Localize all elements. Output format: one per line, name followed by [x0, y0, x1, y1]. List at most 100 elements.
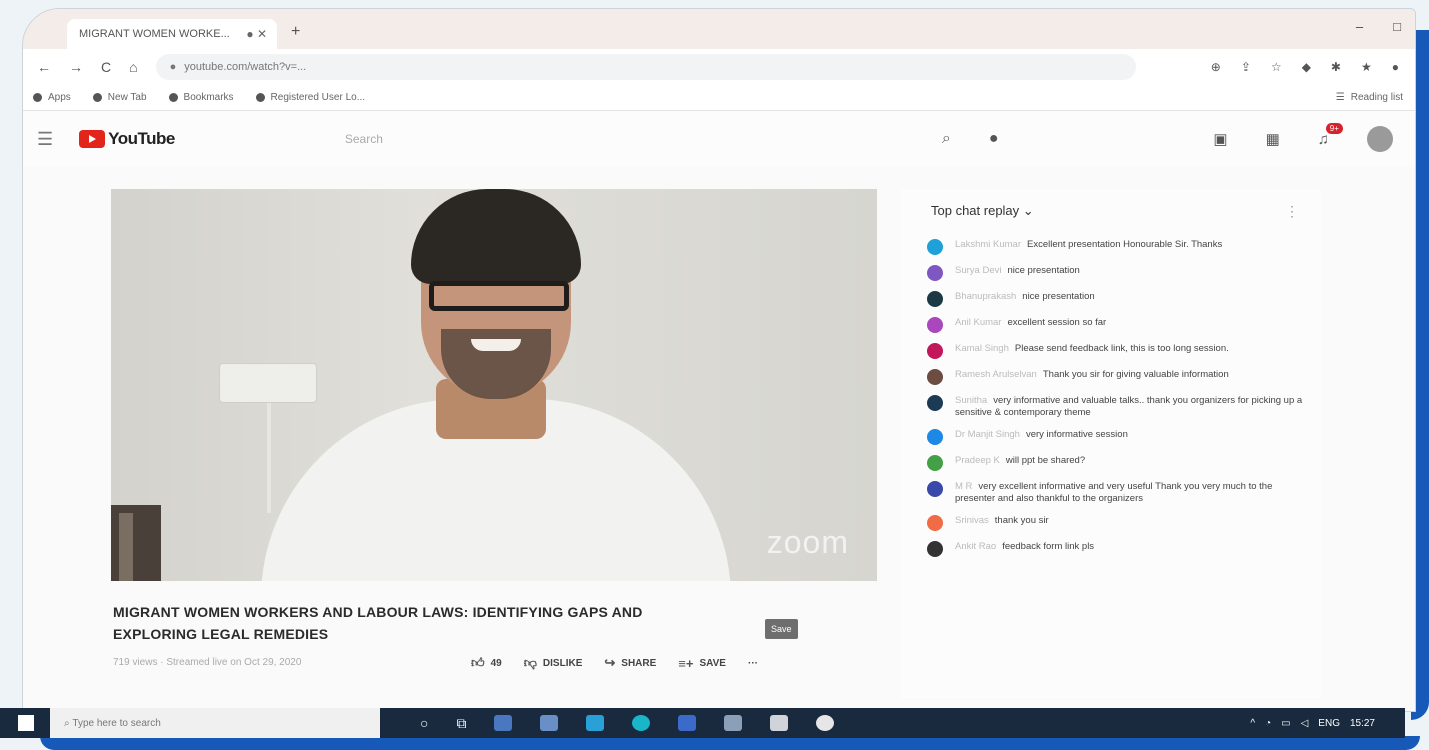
chat-header[interactable]: Top chat replay ⌄ — [931, 203, 1034, 219]
chat-text: nice presentation — [1022, 291, 1095, 302]
chat-author[interactable]: M R — [955, 481, 972, 492]
battery-icon[interactable]: ▭ — [1281, 718, 1290, 729]
back-icon[interactable]: ← — [37, 59, 51, 75]
more-actions-button[interactable]: ··· — [748, 658, 758, 669]
network-icon[interactable]: ◔ — [1265, 718, 1271, 729]
thumbs-down-icon: 👎︎ — [523, 655, 537, 670]
puzzle-icon[interactable]: ✱ — [1331, 60, 1341, 74]
chat-avatar[interactable] — [927, 481, 943, 497]
chat-avatar[interactable] — [927, 239, 943, 255]
edge-icon[interactable] — [586, 715, 605, 731]
chat-text: excellent session so far — [1007, 317, 1107, 328]
tray-chevron-icon[interactable]: ^ — [1250, 718, 1255, 729]
chat-avatar[interactable] — [927, 291, 943, 307]
globe-icon — [255, 93, 265, 102]
chat-message: Surya Devi nice presentation — [927, 265, 1307, 281]
chat-author[interactable]: Srinivas — [955, 515, 989, 526]
bookmark-new-tab[interactable]: New Tab — [92, 92, 147, 103]
create-video-icon[interactable]: ▣ — [1213, 130, 1227, 148]
browser-window: MIGRANT WOMEN WORKE... ● ✕ + ‒ □ ← → C ⌂… — [22, 8, 1416, 712]
star-icon[interactable]: ☆ — [1271, 60, 1282, 74]
mic-icon[interactable]: ● — [989, 130, 999, 148]
chrome-icon[interactable] — [632, 715, 651, 731]
browser-tab[interactable]: MIGRANT WOMEN WORKE... ● ✕ — [67, 19, 277, 49]
chat-author[interactable]: Pradeep K — [955, 455, 1000, 466]
address-bar[interactable]: ● youtube.com/watch?v=... — [155, 54, 1136, 80]
store-icon[interactable] — [540, 715, 559, 731]
zoom-icon[interactable]: ⊕ — [1211, 60, 1221, 74]
chat-message-body: M Rvery excellent informative and very u… — [955, 481, 1307, 505]
search-input[interactable]: Search — [345, 124, 920, 154]
bookmark-label: Registered User Lo... — [270, 92, 366, 103]
chat-more-icon[interactable]: ⋮ — [1285, 203, 1299, 220]
bookmarks-bar: Apps New Tab Bookmarks Registered User L… — [23, 85, 1415, 111]
chat-avatar[interactable] — [927, 369, 943, 385]
chat-author[interactable]: Surya Devi — [955, 265, 1001, 276]
chat-message: Lakshmi Kumar Excellent presentation Hono… — [927, 239, 1307, 255]
chat-author[interactable]: Bhanuprakash — [955, 291, 1016, 302]
chat-avatar[interactable] — [927, 429, 943, 445]
search-icon[interactable]: ⌕ — [942, 130, 951, 148]
minimize-button[interactable]: ‒ — [1356, 19, 1363, 34]
dislike-button[interactable]: 👎︎ DISLIKE — [524, 655, 583, 671]
reload-icon[interactable]: C — [101, 59, 111, 75]
wall-conduit — [267, 403, 271, 513]
chat-author[interactable]: Lakshmi Kumar — [955, 239, 1021, 250]
chat-message-body: Bhanuprakash nice presentation — [955, 291, 1095, 307]
like-button[interactable]: 👍︎ 49 — [471, 655, 502, 671]
share-page-icon[interactable]: ⇪ — [1241, 60, 1251, 74]
apps-grid-icon[interactable]: ▦ — [1266, 130, 1280, 148]
bookmark-bookmarks[interactable]: Bookmarks — [168, 92, 234, 103]
home-icon[interactable]: ⌂ — [129, 59, 137, 75]
search-icon: ⌕ — [64, 717, 73, 729]
extension-icon[interactable]: ◆ — [1302, 60, 1311, 74]
chat-message: Sunitha very informative and valuable tal… — [927, 395, 1307, 419]
new-tab-button[interactable]: + — [291, 23, 300, 41]
youtube-logo[interactable]: YouTube — [79, 129, 175, 149]
save-button[interactable]: ≡+ SAVE — [678, 656, 726, 671]
document-icon[interactable] — [770, 715, 789, 731]
chat-avatar[interactable] — [927, 515, 943, 531]
chat-message: Anil Kumar excellent session so far — [927, 317, 1307, 333]
maximize-button[interactable]: □ — [1393, 19, 1401, 34]
chat-avatar[interactable] — [927, 395, 943, 411]
taskbar-search[interactable]: ⌕ Type here to search — [50, 708, 380, 738]
chat-avatar[interactable] — [927, 343, 943, 359]
account-avatar[interactable] — [1367, 126, 1393, 152]
chat-avatar[interactable] — [927, 317, 943, 333]
chat-message-body: Ramesh Arulselvan Thank you sir for givin… — [955, 369, 1229, 385]
volume-icon[interactable]: ◁ — [1301, 718, 1309, 729]
language-icon[interactable]: ENG — [1318, 718, 1340, 729]
start-button[interactable] — [18, 715, 34, 731]
chat-avatar[interactable] — [927, 265, 943, 281]
chat-author[interactable]: Ankit Rao — [955, 541, 996, 552]
bookmark-apps[interactable]: Apps — [33, 92, 71, 103]
app-icon[interactable] — [816, 715, 835, 731]
mail-icon[interactable] — [678, 715, 697, 731]
menu-icon[interactable]: ☰ — [37, 129, 53, 150]
file-explorer-icon[interactable] — [494, 715, 513, 731]
notifications-bell-icon[interactable]: ♫ 9+ — [1318, 122, 1343, 148]
chat-author[interactable]: Sunitha — [955, 395, 987, 406]
profile-icon[interactable]: ● — [1392, 60, 1399, 74]
tab-close-icon[interactable]: ● ✕ — [246, 27, 267, 41]
pin-icon[interactable]: ★ — [1361, 60, 1372, 74]
chat-message-body: Pradeep K will ppt be shared? — [955, 455, 1085, 471]
cortana-icon[interactable]: ○ — [420, 715, 428, 731]
clock[interactable]: 15:27 — [1350, 718, 1375, 729]
video-actions: 👍︎ 49 👎︎ DISLIKE ↪ SHARE ≡+ SAVE ··· — [471, 655, 758, 671]
chat-author[interactable]: Kamal Singh — [955, 343, 1009, 354]
chat-author[interactable]: Dr Manjit Singh — [955, 429, 1020, 440]
bookmark-registered-user[interactable]: Registered User Lo... — [255, 92, 366, 103]
forward-icon[interactable]: → — [69, 59, 83, 75]
video-player[interactable]: zoom — [111, 189, 877, 581]
task-view-icon[interactable]: ⧉ — [456, 715, 466, 732]
share-button[interactable]: ↪ SHARE — [604, 655, 656, 671]
chat-avatar[interactable] — [927, 455, 943, 471]
reading-list[interactable]: ☰ Reading list — [1336, 92, 1403, 103]
chat-author[interactable]: Ramesh Arulselvan — [955, 369, 1037, 380]
photos-icon[interactable] — [724, 715, 743, 731]
taskbar-search-placeholder: Type here to search — [72, 717, 161, 729]
chat-avatar[interactable] — [927, 541, 943, 557]
chat-author[interactable]: Anil Kumar — [955, 317, 1001, 328]
